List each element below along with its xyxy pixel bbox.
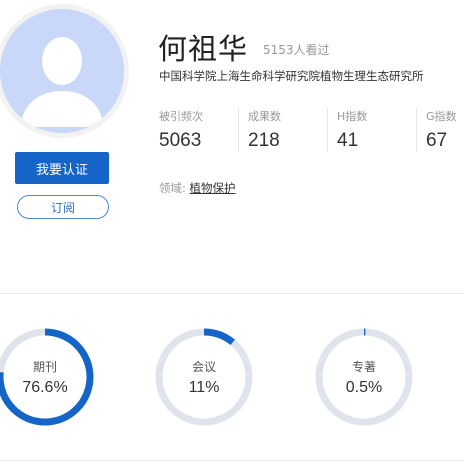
stat-h-index: H指数 41: [337, 108, 367, 152]
stat-divider: [416, 108, 417, 152]
stat-citations: 被引频次 5063: [159, 108, 203, 152]
ring-value: 11%: [188, 379, 220, 396]
stat-divider: [238, 108, 239, 152]
stat-value: 67: [426, 130, 448, 151]
stat-value: 5063: [159, 130, 202, 151]
research-field: 领域: 植物保护: [159, 180, 236, 196]
scholar-name: 何祖华: [158, 32, 249, 66]
stat-label: 被引频次: [159, 110, 203, 123]
stat-g-index: G指数 67: [426, 108, 457, 152]
organization[interactable]: 中国科学院上海生命科学研究院植物生理生态研究所: [159, 68, 424, 84]
avatar: [0, 9, 124, 133]
ring-journal: 期刊 76.6%: [0, 327, 95, 427]
ring-label: 期刊: [32, 360, 57, 374]
subscribe-button[interactable]: 订阅: [17, 195, 109, 219]
stat-divider: [327, 108, 328, 152]
section-divider: [0, 293, 464, 294]
stat-label: G指数: [426, 110, 457, 123]
stat-value: 41: [337, 130, 359, 151]
progress-ring: [315, 328, 413, 426]
progress-ring: [155, 328, 253, 426]
field-label: 领域:: [159, 181, 186, 195]
field-link[interactable]: 植物保护: [190, 181, 236, 195]
verify-button[interactable]: 我要认证: [15, 152, 109, 184]
view-count: 5153人看过: [263, 43, 330, 57]
ring-label: 会议: [191, 360, 216, 374]
progress-ring: [0, 328, 94, 426]
ring-monograph: 专著 0.5%: [314, 327, 414, 427]
stat-value: 218: [248, 130, 280, 151]
ring-value: 76.6%: [22, 379, 68, 396]
stat-achievements: 成果数 218: [248, 108, 281, 152]
stat-label: H指数: [337, 110, 368, 123]
ring-conference: 会议 11%: [154, 327, 254, 427]
ring-label: 专著: [351, 360, 376, 374]
default-user-avatar-icon: [0, 9, 124, 133]
bottom-divider: [0, 460, 464, 461]
ring-value: 0.5%: [345, 379, 383, 396]
stat-label: 成果数: [248, 110, 281, 123]
